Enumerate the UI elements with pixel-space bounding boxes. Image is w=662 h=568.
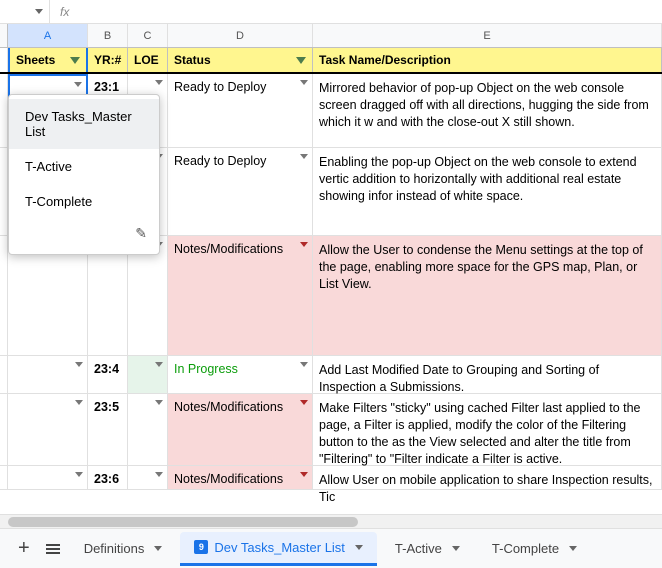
dropdown-arrow-icon[interactable] [300, 400, 308, 405]
cell-desc[interactable]: Allow User on mobile application to shar… [313, 466, 662, 489]
name-box[interactable] [0, 0, 50, 23]
horizontal-scrollbar[interactable] [0, 514, 662, 528]
cell-C[interactable] [128, 394, 168, 465]
cell-status[interactable]: Notes/Modifications [168, 394, 313, 465]
dropdown-arrow-icon[interactable] [300, 80, 308, 85]
sheet-tab-t-complete[interactable]: T-Complete [478, 533, 591, 564]
chevron-down-icon[interactable] [154, 546, 162, 551]
dropdown-arrow-icon[interactable] [300, 154, 308, 159]
col-header-B[interactable]: B [88, 24, 128, 47]
header-task[interactable]: Task Name/Description [313, 48, 662, 72]
chevron-down-icon[interactable] [569, 546, 577, 551]
select-all-corner[interactable] [0, 24, 8, 47]
header-yr[interactable]: YR:# [88, 48, 128, 72]
cell-desc[interactable]: Make Filters "sticky" using cached Filte… [313, 394, 662, 465]
dropdown-arrow-icon[interactable] [75, 400, 83, 405]
chevron-down-icon[interactable] [452, 546, 460, 551]
dropdown-arrow-icon[interactable] [155, 362, 163, 367]
dropdown-item[interactable]: T-Active [9, 149, 159, 184]
comment-count-badge: 9 [194, 540, 208, 554]
sheet-tab-definitions[interactable]: Definitions [70, 533, 177, 564]
cell-desc[interactable]: Mirrored behavior of pop-up Object on th… [313, 74, 662, 147]
cell-status[interactable]: Ready to Deploy [168, 148, 313, 235]
col-header-D[interactable]: D [168, 24, 313, 47]
cell-status[interactable]: Notes/Modifications [168, 466, 313, 489]
dropdown-arrow-icon[interactable] [155, 472, 163, 477]
dropdown-arrow-icon[interactable] [300, 242, 308, 247]
header-status[interactable]: Status [168, 48, 313, 72]
filter-icon[interactable] [70, 57, 80, 64]
dropdown-arrow-icon[interactable] [74, 82, 82, 87]
dropdown-item[interactable]: Dev Tasks_Master List [9, 99, 159, 149]
cell-status[interactable]: Notes/Modifications [168, 236, 313, 355]
cell-C[interactable] [128, 466, 168, 489]
cell-desc[interactable]: Enabling the pop-up Object on the web co… [313, 148, 662, 235]
sheet-tab-t-active[interactable]: T-Active [381, 533, 474, 564]
cell-B[interactable]: 23:4 [88, 356, 128, 393]
dropdown-arrow-icon[interactable] [155, 400, 163, 405]
cell-status[interactable]: Ready to Deploy [168, 74, 313, 147]
dropdown-edit-button[interactable]: ✎ [9, 219, 159, 248]
add-sheet-button[interactable]: + [10, 529, 38, 568]
pencil-icon: ✎ [135, 225, 147, 241]
col-header-C[interactable]: C [128, 24, 168, 47]
dropdown-item[interactable]: T-Complete [9, 184, 159, 219]
sheet-tab-dev-tasks[interactable]: 9 Dev Tasks_Master List [180, 532, 377, 566]
all-sheets-button[interactable] [38, 534, 68, 564]
cell-status[interactable]: In Progress [168, 356, 313, 393]
col-header-A[interactable]: A [8, 24, 88, 47]
chevron-down-icon [35, 9, 43, 14]
sheet-tab-bar: + Definitions 9 Dev Tasks_Master List T-… [0, 528, 662, 568]
dropdown-arrow-icon[interactable] [155, 80, 163, 85]
cell-A[interactable] [8, 394, 88, 465]
cell-B[interactable]: 23:6 [88, 466, 128, 489]
cell-desc[interactable]: Allow the User to condense the Menu sett… [313, 236, 662, 355]
dropdown-arrow-icon[interactable] [75, 472, 83, 477]
fx-label: fx [50, 5, 79, 19]
cell-A[interactable] [8, 356, 88, 393]
cell-C[interactable] [128, 356, 168, 393]
filter-icon[interactable] [296, 57, 306, 64]
header-loe[interactable]: LOE [128, 48, 168, 72]
chevron-down-icon[interactable] [355, 545, 363, 550]
header-sheets[interactable]: Sheets [8, 48, 88, 72]
data-validation-dropdown[interactable]: Dev Tasks_Master List T-Active T-Complet… [8, 94, 160, 255]
dropdown-arrow-icon[interactable] [300, 472, 308, 477]
cell-A[interactable] [8, 466, 88, 489]
col-header-E[interactable]: E [313, 24, 662, 47]
cell-desc[interactable]: Add Last Modified Date to Grouping and S… [313, 356, 662, 393]
dropdown-arrow-icon[interactable] [300, 362, 308, 367]
dropdown-arrow-icon[interactable] [75, 362, 83, 367]
cell-B[interactable]: 23:5 [88, 394, 128, 465]
scrollbar-thumb[interactable] [8, 517, 358, 527]
